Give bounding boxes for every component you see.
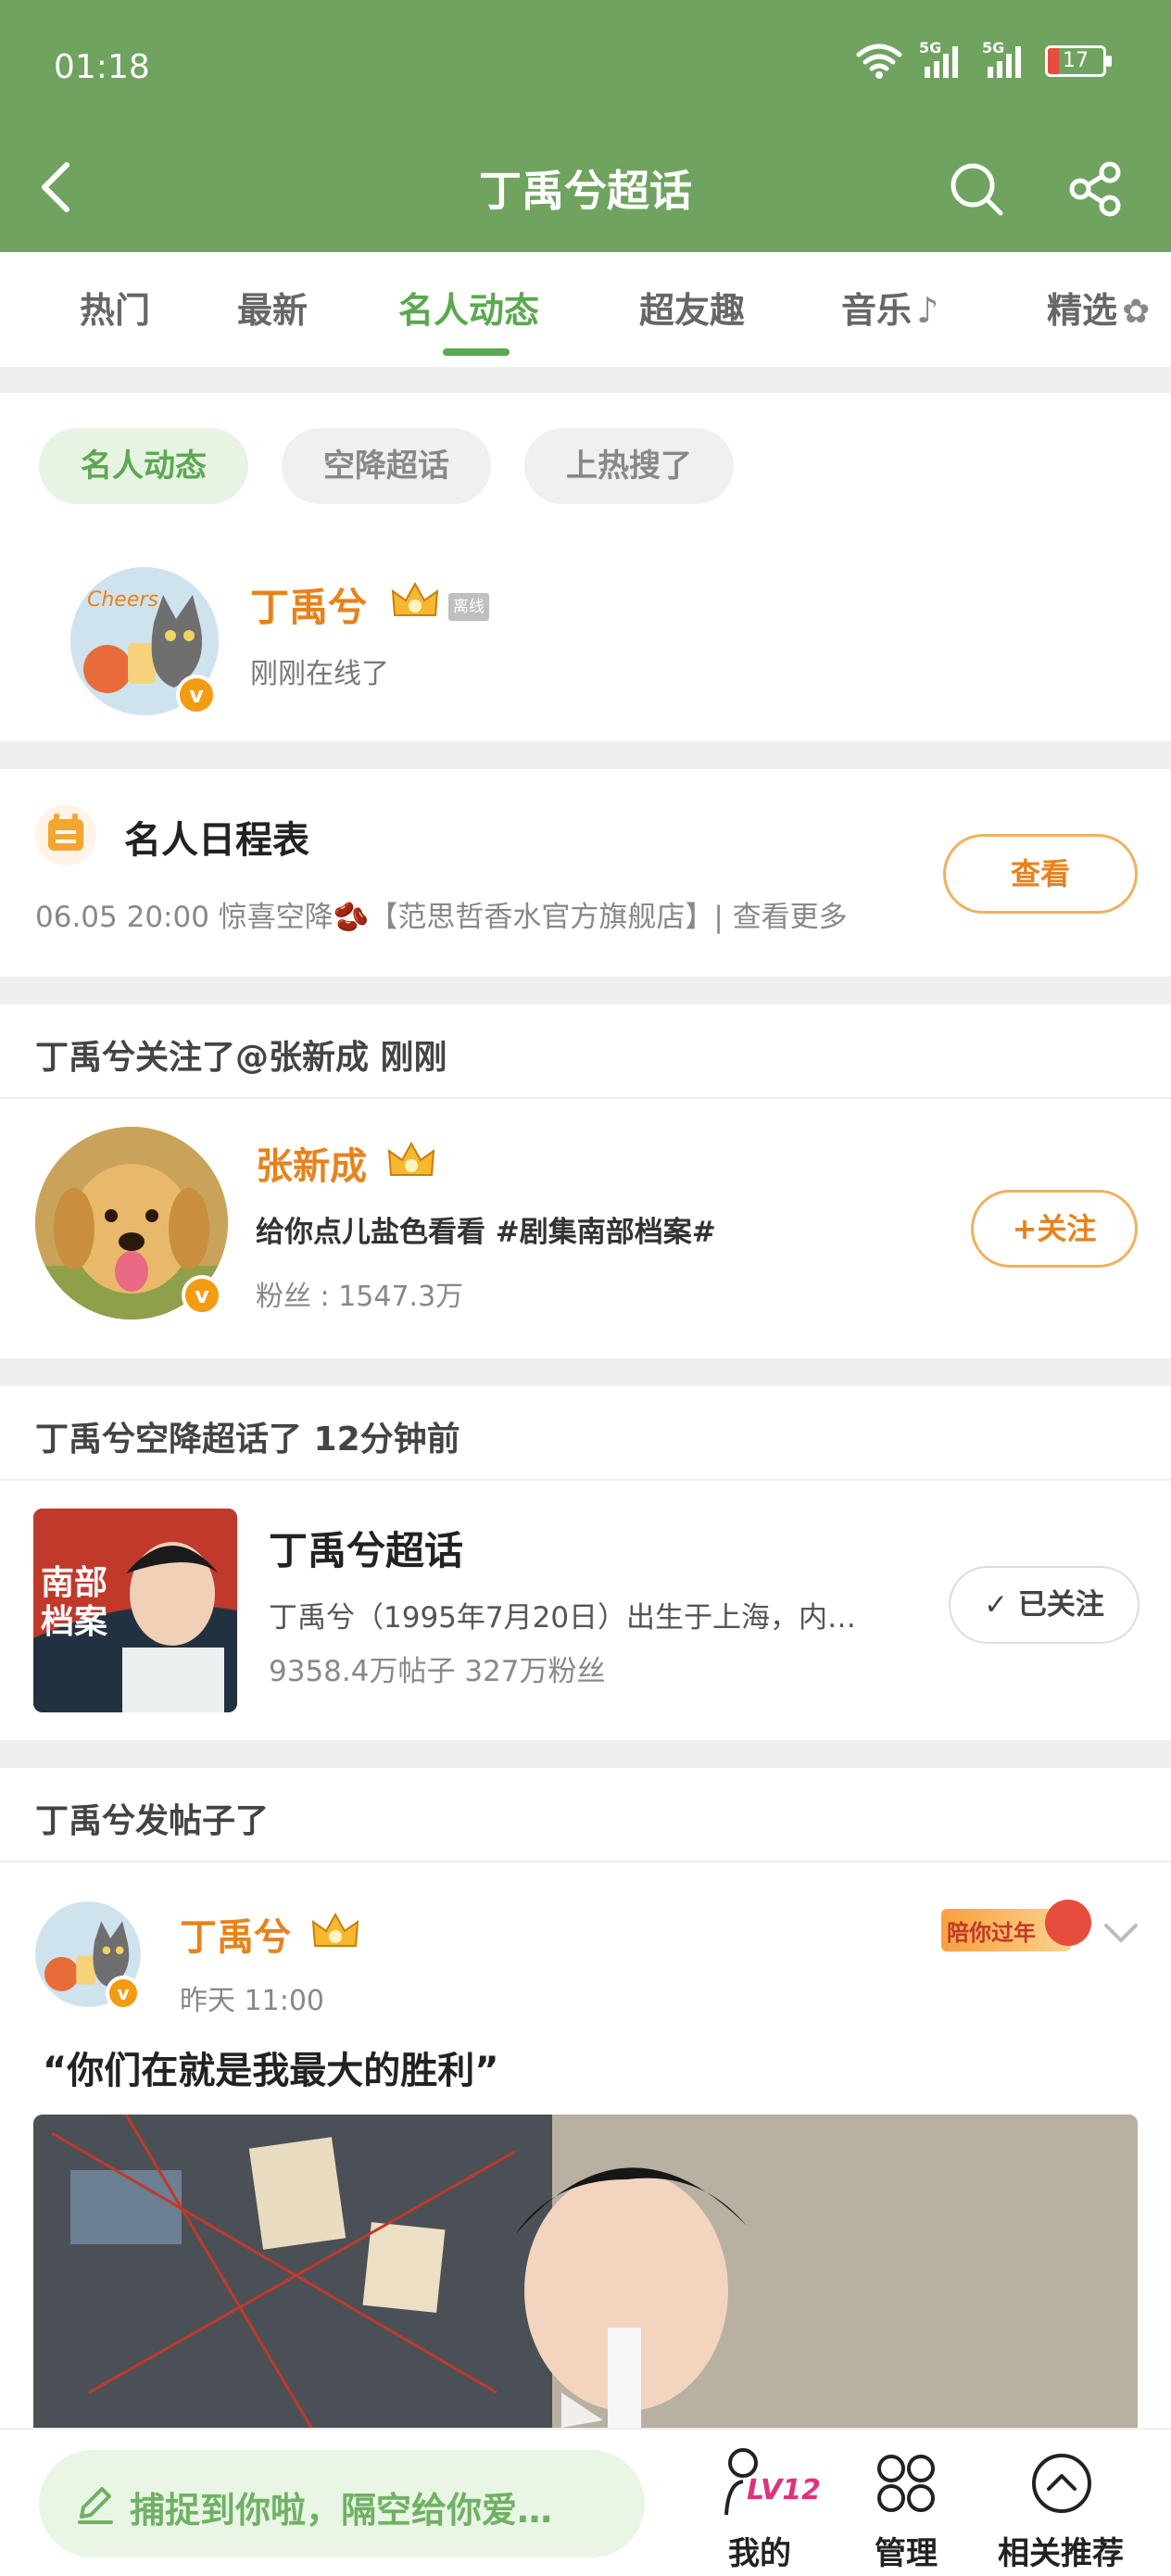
topic-stats: 9358.4万帖子 327万粉丝 [269, 1655, 606, 1688]
post-content: “你们在就是我最大的胜利” [43, 2050, 499, 2092]
mine-button[interactable]: LV12 我的 [686, 2443, 834, 2572]
compose-placeholder: 捕捉到你啦，隔空给你爱… [130, 2490, 553, 2531]
filter-section: 名人动态 空降超话 上热搜了 Cheers v 丁禹兮 离线 刚刚在线了 [0, 393, 1171, 741]
active-tab-indicator [443, 348, 510, 356]
share-icon[interactable] [1067, 161, 1123, 217]
tab-bar: 热门 最新 名人动态 超友趣 音乐 ♪ 精选 ✿ [0, 252, 1171, 367]
chevron-down-icon[interactable] [1102, 1920, 1140, 1948]
celebrity-schedule-card[interactable]: 名人日程表 06.05 20:00 惊喜空降🫘【范思哲香水官方旗舰店】| 查看更… [0, 769, 1171, 977]
chip-trending[interactable]: 上热搜了 [524, 428, 734, 504]
post-time: 昨天 11:00 [180, 1985, 324, 2017]
divider [0, 741, 1171, 769]
divider [0, 1740, 1171, 1768]
signal-icon: 5G [919, 39, 965, 80]
follow-button[interactable]: +关注 [971, 1190, 1138, 1268]
level-badge: LV12 [747, 2474, 821, 2507]
followed-button[interactable]: ✓ 已关注 [949, 1566, 1140, 1644]
crown-icon [387, 1141, 435, 1176]
poster-title: 南部档案 [41, 1564, 108, 1641]
follow-activity-header: 丁禹兮关注了@张新成 刚刚 [0, 1004, 1171, 1099]
music-note-icon: ♪ [916, 290, 939, 331]
schedule-title: 名人日程表 [124, 819, 309, 862]
super-topic-card[interactable]: 南部档案 丁禹兮超话 丁禹兮（1995年7月20日）出生于上海，内… 9358.… [0, 1481, 1171, 1740]
manage-button[interactable]: 管理 [832, 2443, 980, 2572]
post-card[interactable]: v 丁禹兮 昨天 11:00 陪你过年 “你们在就是我最大的胜利” [0, 1863, 1171, 2428]
signal-icon-2: 5G [982, 39, 1028, 80]
crown-icon [391, 581, 439, 616]
divider [0, 977, 1171, 1004]
topic-poster: 南部档案 [33, 1509, 237, 1712]
recommended-user-card[interactable]: v 张新成 给你点儿盐色看看 #剧集南部档案# 粉丝 : 1547.3万 +关注 [0, 1099, 1171, 1358]
status-icons: 5G 5G 17 [856, 39, 1112, 80]
search-icon[interactable] [947, 159, 1006, 219]
divider [0, 1358, 1171, 1386]
status-time: 01:18 [54, 48, 150, 86]
verified-badge: v [182, 1275, 222, 1316]
tab-latest[interactable]: 最新 [237, 282, 308, 333]
tab-music[interactable]: 音乐 ♪ [841, 282, 938, 333]
mine-label: 我的 [728, 2535, 791, 2572]
schedule-detail[interactable]: 06.05 20:00 惊喜空降🫘【范思哲香水官方旗舰店】| 查看更多 [35, 893, 848, 935]
pencil-icon [78, 2487, 113, 2524]
calendar-icon [35, 804, 96, 865]
divider [0, 367, 1171, 393]
flower-icon: ✿ [1122, 293, 1151, 331]
fans-value: 1547.3万 [338, 1281, 464, 1313]
chip-airdrop[interactable]: 空降超话 [282, 428, 491, 504]
recommend-label: 相关推荐 [998, 2535, 1124, 2572]
wifi-icon [856, 44, 902, 79]
topic-description: 丁禹兮（1995年7月20日）出生于上海，内… [269, 1601, 857, 1635]
tab-celebrity-news[interactable]: 名人动态 [398, 282, 539, 333]
video-thumbnail [33, 2115, 1138, 2428]
topic-title[interactable]: 丁禹兮超话 [269, 1520, 463, 1576]
fans-separator: : [320, 1281, 339, 1313]
chip-celebrity-news[interactable]: 名人动态 [39, 428, 248, 504]
follow-activity-text: 丁禹兮关注了@张新成 刚刚 [35, 1039, 447, 1077]
verified-badge: v [176, 675, 217, 715]
tab-music-label: 音乐 [841, 290, 913, 331]
user-bio: 给你点儿盐色看看 #剧集南部档案# [256, 1216, 716, 1249]
tab-featured-label: 精选 [1047, 290, 1118, 331]
battery-icon: 17 [1045, 45, 1112, 77]
tab-super-fun[interactable]: 超友趣 [639, 282, 745, 333]
check-icon: ✓ [984, 1588, 1009, 1622]
view-button[interactable]: 查看 [943, 834, 1138, 914]
offline-badge: 离线 [448, 593, 489, 621]
top-bar: 01:18 5G 5G 17 丁禹兮超话 [0, 0, 1171, 252]
bottom-bar: 捕捉到你啦，隔空给你爱… LV12 我的 管理 相关推荐 [0, 2428, 1171, 2576]
author-name[interactable]: 丁禹兮 [180, 1907, 291, 1961]
post-activity-header: 丁禹兮发帖子了 [0, 1768, 1171, 1863]
related-recommend-button[interactable]: 相关推荐 [982, 2443, 1140, 2572]
new-year-badge-text: 陪你过年 [947, 1920, 1036, 1946]
svg-text:Cheers: Cheers [87, 588, 158, 612]
user-name[interactable]: 丁禹兮 [250, 576, 367, 633]
topic-activity-text: 丁禹兮空降超话了 12分钟前 [35, 1421, 460, 1458]
post-video[interactable] [33, 2115, 1138, 2428]
compose-input[interactable]: 捕捉到你啦，隔空给你爱… [39, 2450, 645, 2557]
post-activity-text: 丁禹兮发帖子了 [35, 1802, 270, 1840]
followed-label: 已关注 [1017, 1588, 1104, 1622]
lantern-icon [1045, 1900, 1091, 1946]
topic-activity-header: 丁禹兮空降超话了 12分钟前 [0, 1386, 1171, 1481]
chevron-up-circle-icon [1032, 2454, 1091, 2513]
online-status-text: 刚刚在线了 [250, 658, 389, 690]
grid-icon [877, 2455, 935, 2512]
tab-featured[interactable]: 精选 ✿ [1047, 282, 1150, 333]
new-year-badge: 陪你过年 [941, 1900, 1097, 1957]
fans-count: 粉丝 : 1547.3万 [256, 1273, 463, 1314]
tab-hot[interactable]: 热门 [80, 282, 150, 333]
fans-label: 粉丝 [256, 1281, 311, 1313]
user-name[interactable]: 张新成 [256, 1136, 367, 1190]
crown-icon [311, 1912, 359, 1947]
verified-badge: v [106, 1976, 141, 2011]
manage-label: 管理 [875, 2535, 938, 2572]
